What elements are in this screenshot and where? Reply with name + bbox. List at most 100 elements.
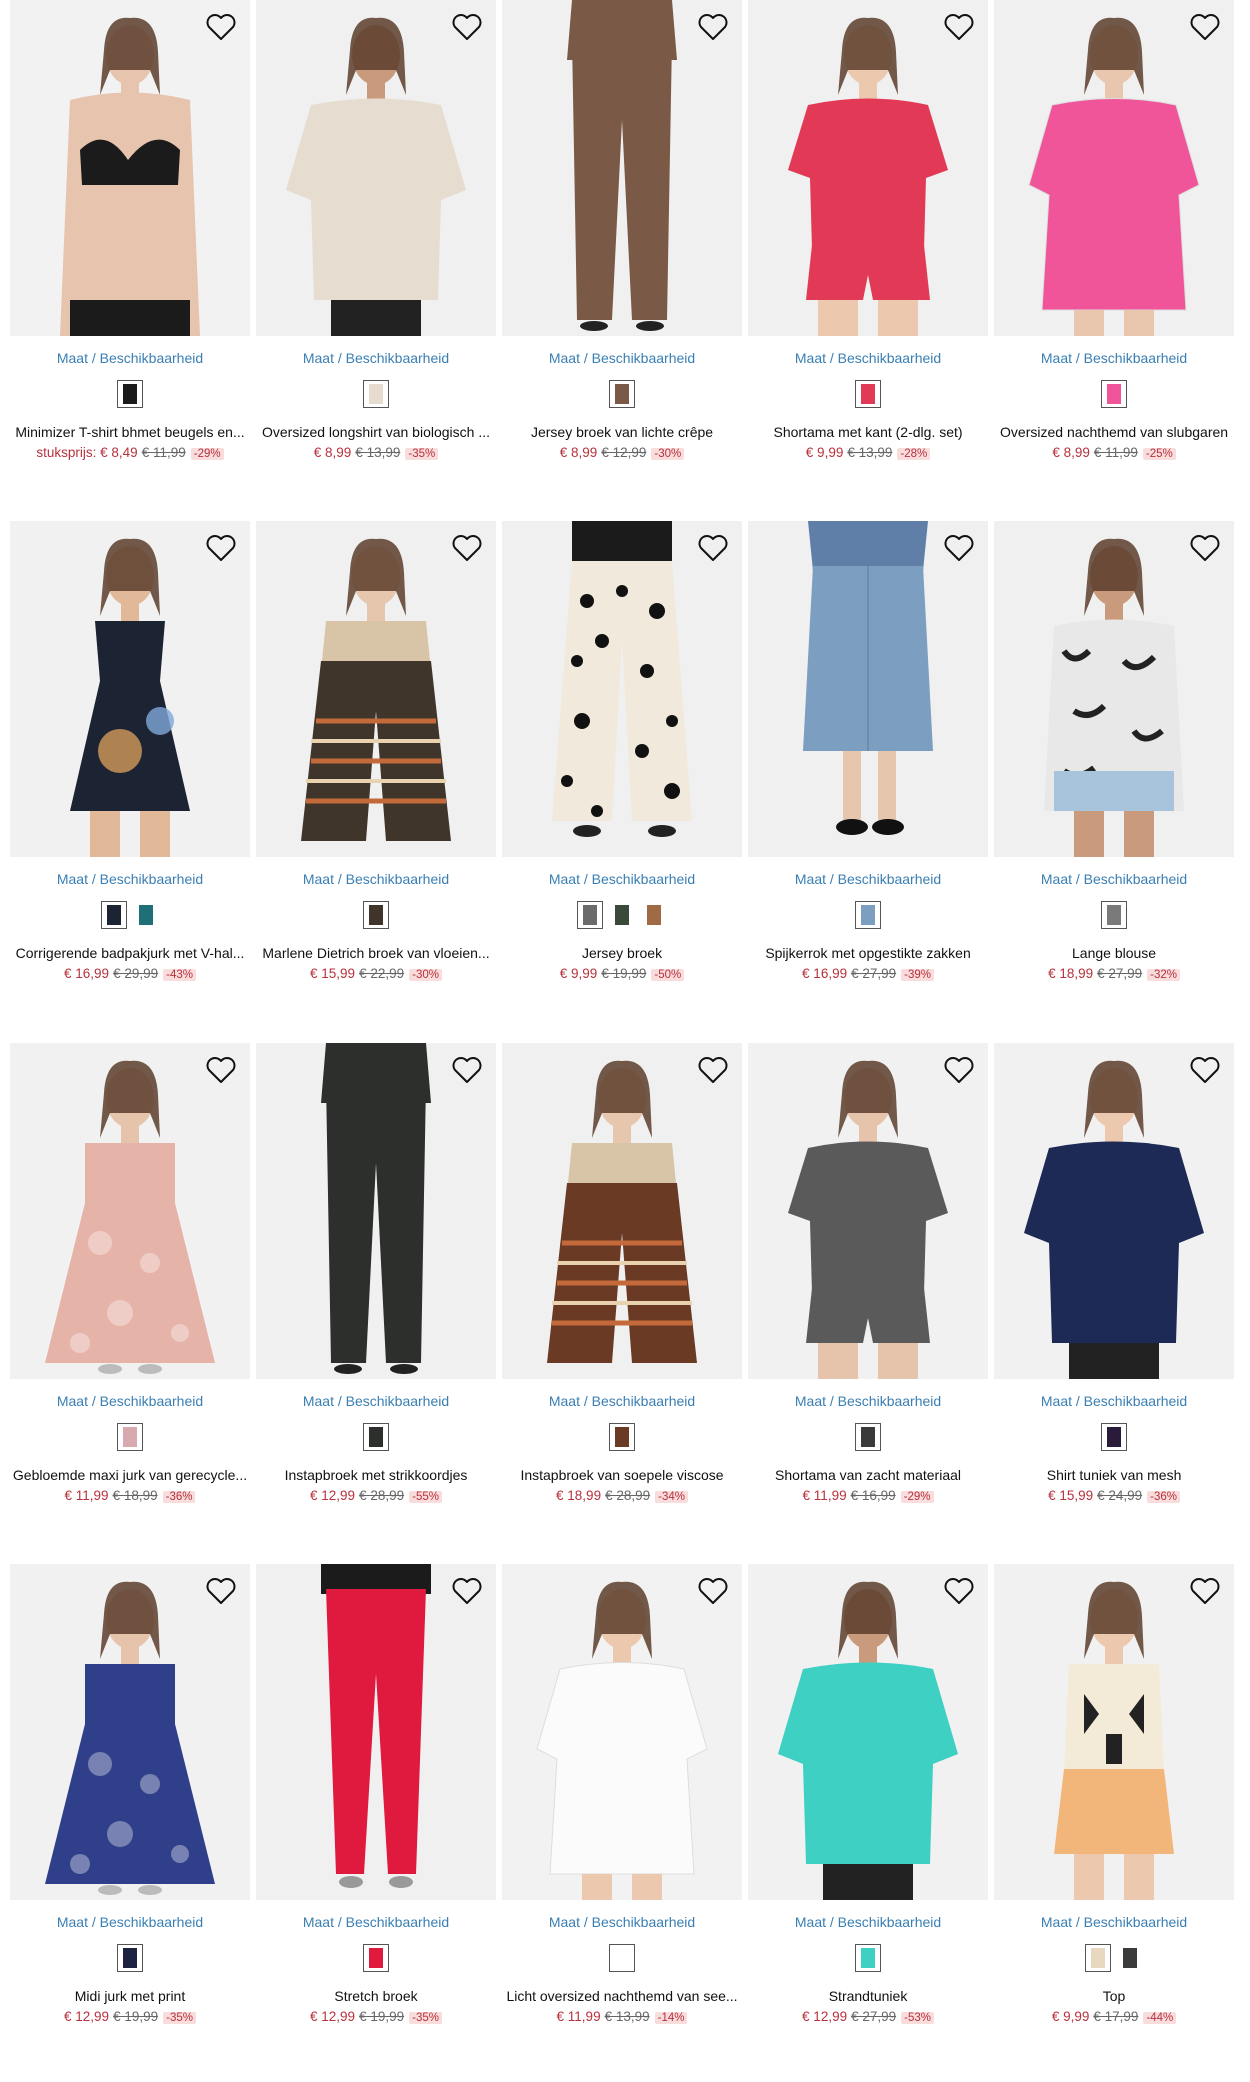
wishlist-heart-icon[interactable] [1188,1053,1222,1087]
color-swatch[interactable] [855,1422,882,1451]
product-card[interactable]: Maat / Beschikbaarheid Licht oversized n… [500,1563,744,2034]
color-swatch[interactable] [609,380,636,408]
product-name[interactable]: Corrigerende badpakjurk met V-hal... [8,945,252,961]
product-image[interactable] [10,0,250,336]
product-image[interactable] [502,1563,743,1900]
wishlist-heart-icon[interactable] [204,1053,238,1087]
product-card[interactable]: Maat / Beschikbaarheid Stretch broek € 1… [254,1563,498,2034]
wishlist-heart-icon[interactable] [1188,1574,1222,1608]
product-name[interactable]: Marlene Dietrich broek van vloeien... [254,945,498,961]
product-name[interactable]: Licht oversized nachthemd van see... [500,1988,744,2004]
color-swatch[interactable] [1101,380,1128,408]
size-availability-link[interactable]: Maat / Beschikbaarheid [10,1393,250,1409]
wishlist-heart-icon[interactable] [1188,531,1222,565]
size-availability-link[interactable]: Maat / Beschikbaarheid [994,871,1234,887]
product-card[interactable]: Maat / Beschikbaarheid Shortama met kant… [748,0,989,470]
product-card[interactable]: Maat / Beschikbaarheid Instapbroek van s… [500,1042,744,1513]
product-image[interactable] [256,521,496,858]
wishlist-heart-icon[interactable] [696,1053,730,1087]
product-card[interactable]: Maat / Beschikbaarheid Spijkerrok met op… [746,521,990,991]
product-card[interactable]: Maat / Beschikbaarheid Instapbroek met s… [256,1042,496,1513]
product-image[interactable] [994,521,1235,858]
color-swatch[interactable] [641,901,668,930]
color-swatch[interactable] [363,380,389,408]
size-availability-link[interactable]: Maat / Beschikbaarheid [502,1393,742,1409]
wishlist-heart-icon[interactable] [450,531,484,565]
product-name[interactable]: Gebloemde maxi jurk van gerecycle... [8,1467,252,1483]
color-swatch[interactable] [101,901,127,930]
size-availability-link[interactable]: Maat / Beschikbaarheid [10,350,250,366]
size-availability-link[interactable]: Maat / Beschikbaarheid [10,871,250,887]
product-card[interactable]: Maat / Beschikbaarheid Jersey broek van … [500,0,744,470]
color-swatch[interactable] [1117,1943,1144,1972]
size-availability-link[interactable]: Maat / Beschikbaarheid [748,871,988,887]
product-image[interactable] [256,1563,496,1900]
size-availability-link[interactable]: Maat / Beschikbaarheid [748,350,988,366]
product-card[interactable]: Maat / Beschikbaarheid Jersey broek € 9,… [500,521,744,991]
size-availability-link[interactable]: Maat / Beschikbaarheid [10,1914,250,1930]
product-image[interactable] [10,1563,250,1900]
color-swatch[interactable] [363,1422,389,1451]
product-image[interactable] [10,1042,250,1379]
color-swatch[interactable] [363,901,389,930]
color-swatch[interactable] [1085,1943,1112,1972]
product-name[interactable]: Oversized nachthemd van slubgaren [992,424,1236,440]
product-image[interactable] [10,521,250,858]
product-image[interactable] [502,0,743,336]
product-card[interactable]: Maat / Beschikbaarheid Minimizer T-shirt… [10,0,250,470]
wishlist-heart-icon[interactable] [450,1574,484,1608]
product-image[interactable] [994,1563,1235,1900]
size-availability-link[interactable]: Maat / Beschikbaarheid [994,1393,1234,1409]
product-image[interactable] [256,0,496,336]
wishlist-heart-icon[interactable] [942,10,976,44]
product-card[interactable]: Maat / Beschikbaarheid Midi jurk met pri… [8,1563,252,2034]
wishlist-heart-icon[interactable] [696,10,730,44]
size-availability-link[interactable]: Maat / Beschikbaarheid [748,1393,988,1409]
size-availability-link[interactable]: Maat / Beschikbaarheid [502,871,742,887]
color-swatch[interactable] [609,901,636,930]
product-name[interactable]: Jersey broek van lichte crêpe [500,424,744,440]
color-swatch[interactable] [117,1943,143,1972]
product-image[interactable] [256,1042,496,1379]
product-card[interactable]: Maat / Beschikbaarheid Top € 9,99 € 17,99… [992,1563,1236,2034]
wishlist-heart-icon[interactable] [696,1574,730,1608]
product-name[interactable]: Top [992,1988,1236,2004]
wishlist-heart-icon[interactable] [450,1053,484,1087]
product-name[interactable]: Minimizer T-shirt bhmet beugels en... [8,424,252,440]
product-name[interactable]: Strandtuniek [746,1988,990,2004]
product-image[interactable] [994,0,1235,336]
product-card[interactable]: Maat / Beschikbaarheid Lange blouse € 18… [992,521,1236,991]
wishlist-heart-icon[interactable] [942,1574,976,1608]
product-name[interactable]: Lange blouse [992,945,1236,961]
product-card[interactable]: Maat / Beschikbaarheid Marlene Dietrich … [256,521,496,991]
product-name[interactable]: Jersey broek [500,945,744,961]
wishlist-heart-icon[interactable] [204,1574,238,1608]
color-swatch[interactable] [577,901,604,930]
color-swatch[interactable] [117,380,143,408]
wishlist-heart-icon[interactable] [696,531,730,565]
size-availability-link[interactable]: Maat / Beschikbaarheid [994,1914,1234,1930]
size-availability-link[interactable]: Maat / Beschikbaarheid [748,1914,988,1930]
product-image[interactable] [748,0,989,336]
product-name[interactable]: Stretch broek [254,1988,498,2004]
product-name[interactable]: Midi jurk met print [8,1988,252,2004]
product-name[interactable]: Spijkerrok met opgestikte zakken [746,945,990,961]
wishlist-heart-icon[interactable] [204,531,238,565]
product-image[interactable] [748,521,989,858]
product-card[interactable]: Maat / Beschikbaarheid Oversized longshi… [256,0,496,470]
color-swatch[interactable] [609,1422,636,1451]
size-availability-link[interactable]: Maat / Beschikbaarheid [502,350,742,366]
color-swatch[interactable] [363,1943,389,1972]
wishlist-heart-icon[interactable] [204,10,238,44]
wishlist-heart-icon[interactable] [450,10,484,44]
product-image[interactable] [994,1042,1235,1379]
product-image[interactable] [748,1563,989,1900]
product-name[interactable]: Shortama van zacht materiaal [746,1467,990,1483]
wishlist-heart-icon[interactable] [942,1053,976,1087]
product-image[interactable] [748,1042,989,1379]
color-swatch[interactable] [855,1943,882,1972]
size-availability-link[interactable]: Maat / Beschikbaarheid [502,1914,742,1930]
product-card[interactable]: Maat / Beschikbaarheid Oversized nachthe… [992,0,1236,470]
product-name[interactable]: Instapbroek van soepele viscose [500,1467,744,1483]
size-availability-link[interactable]: Maat / Beschikbaarheid [256,1393,496,1409]
